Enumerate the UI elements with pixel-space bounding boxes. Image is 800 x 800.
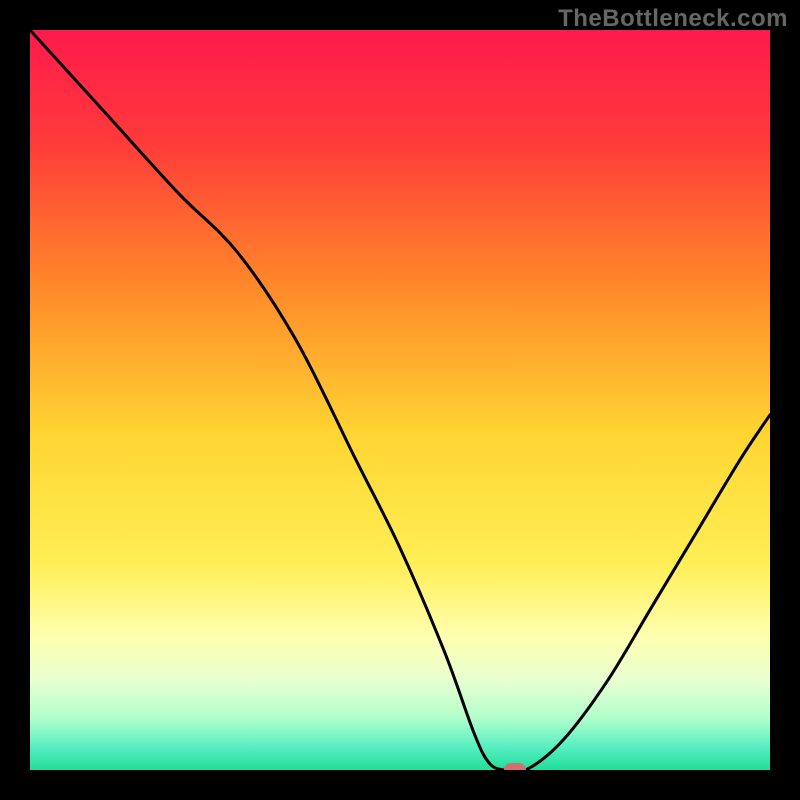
bottleneck-curve — [30, 30, 770, 770]
optimal-point-marker — [504, 763, 526, 770]
watermark-text: TheBottleneck.com — [558, 5, 788, 33]
plot-area — [30, 30, 770, 770]
chart-frame: TheBottleneck.com — [0, 0, 800, 800]
